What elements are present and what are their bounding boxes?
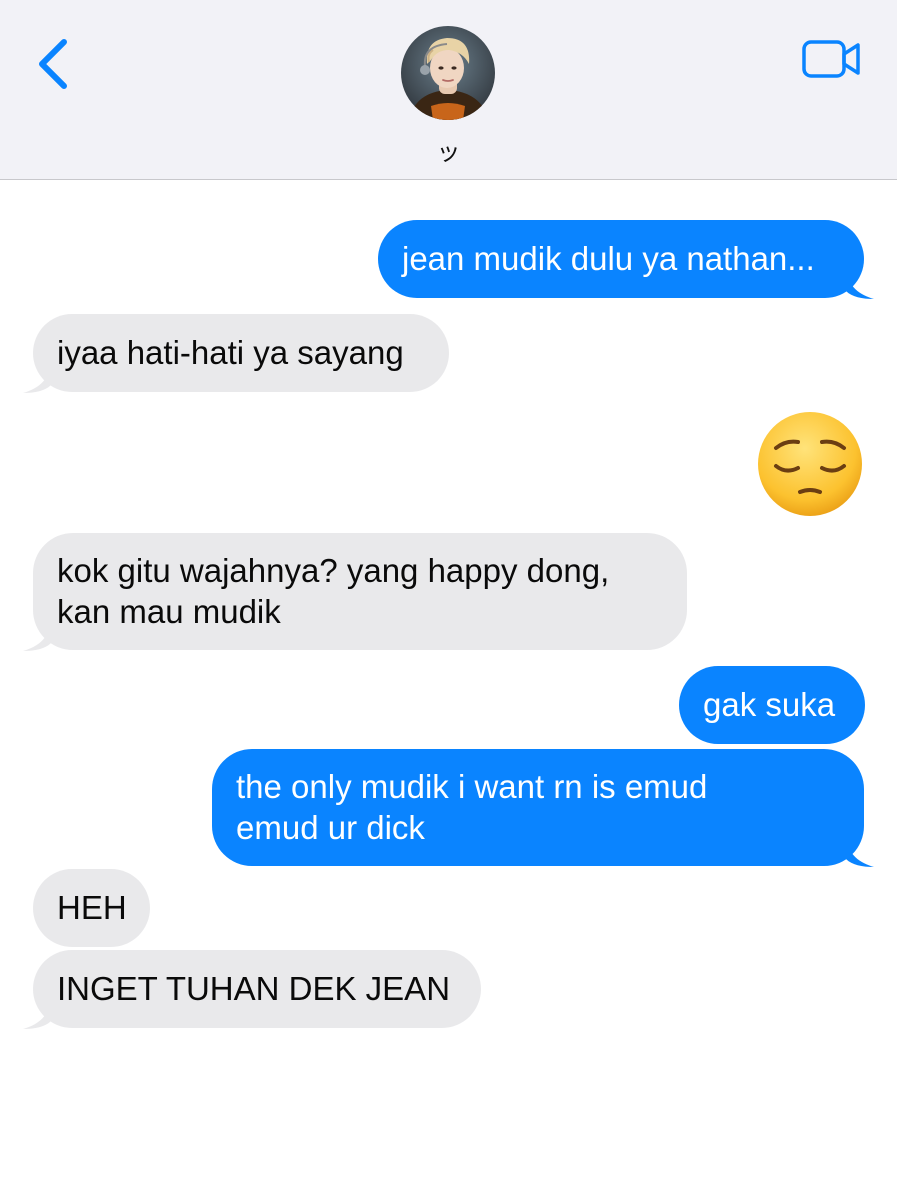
pensive-face-emoji: [758, 412, 862, 516]
message-text-line: kan mau mudik: [57, 593, 281, 630]
back-button[interactable]: [30, 34, 78, 94]
bubble-tail: [23, 363, 51, 393]
bubble-tail: [846, 269, 874, 299]
message-text: gak suka: [703, 686, 836, 723]
message-bubble-received[interactable]: HEH: [33, 869, 150, 947]
message-bubble-received[interactable]: INGET TUHAN DEK JEAN: [23, 950, 481, 1029]
avatar-photo: [401, 26, 495, 120]
message-bubble-received[interactable]: kok gitu wajahnya? yang happy dong, kan …: [23, 533, 687, 651]
contact-avatar[interactable]: [401, 26, 495, 120]
message-text: jean mudik dulu ya nathan...: [402, 240, 815, 277]
emoji-message[interactable]: [756, 410, 864, 518]
message-text-line: the only mudik i want rn is emud: [236, 768, 708, 805]
chevron-left-icon: [39, 39, 67, 89]
message-bubble-sent[interactable]: the only mudik i want rn is emud emud ur…: [212, 749, 874, 867]
conversation-header: ッ: [0, 0, 897, 180]
contact-name: ッ: [436, 138, 461, 166]
bubble-tail: [23, 621, 51, 651]
video-call-button[interactable]: [800, 38, 864, 80]
message-text: HEH: [57, 889, 127, 926]
message-bubble-sent[interactable]: gak suka: [679, 666, 865, 744]
message-text: INGET TUHAN DEK JEAN: [57, 970, 451, 1007]
bubble-tail: [23, 999, 51, 1029]
message-text-line: kok gitu wajahnya? yang happy dong,: [57, 552, 610, 589]
video-camera-icon: [802, 40, 860, 78]
message-bubble-received[interactable]: iyaa hati-hati ya sayang: [23, 314, 449, 393]
message-text-line: emud ur dick: [236, 809, 425, 846]
message-bubble-sent[interactable]: jean mudik dulu ya nathan...: [378, 220, 874, 299]
bubble-tail: [846, 837, 874, 867]
message-text: iyaa hati-hati ya sayang: [57, 334, 404, 371]
